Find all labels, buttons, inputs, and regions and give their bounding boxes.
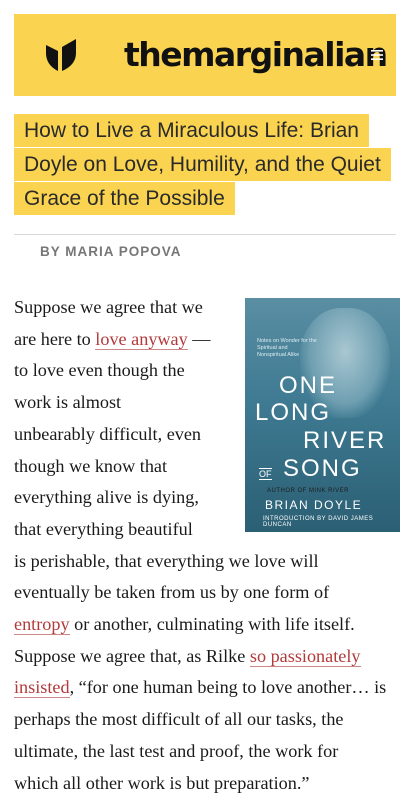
so-passionately-link[interactable]: so passionately <box>249 645 361 667</box>
body-line: is perishable, that everything we love w… <box>14 550 319 571</box>
body-line: insisted, “for one human being to love a… <box>14 672 398 704</box>
body-line: unbearably difficult, even <box>14 423 202 444</box>
entropy-link[interactable]: entropy <box>14 614 70 636</box>
article-title: How to Live a Miraculous Life: Brian Doy… <box>14 114 398 216</box>
body-line: that everything beautiful <box>14 518 193 539</box>
body-text: or another, culminating with life itself… <box>69 614 355 635</box>
title-line-1: How to Live a Miraculous Life: Brian <box>14 114 369 147</box>
wordmark-prefix: the <box>124 35 183 74</box>
article-body: Suppose we agree that we are here to lov… <box>14 292 398 799</box>
love-anyway-link[interactable]: love anyway <box>95 328 188 350</box>
body-text: , “for one human being to love another… … <box>69 677 387 698</box>
body-line: entropy or another, culminating with lif… <box>14 609 398 641</box>
body-line: Suppose we agree that, as Rilke so passi… <box>14 641 398 673</box>
site-header: themarginalian <box>14 14 396 96</box>
body-text: Suppose we agree that, as Rilke <box>14 645 250 666</box>
article-byline[interactable]: BY MARIA POPOVA <box>40 244 182 259</box>
title-divider <box>14 234 396 235</box>
menu-icon[interactable] <box>370 48 384 62</box>
body-line: eventually be taken from us by one form … <box>14 582 330 603</box>
insisted-link[interactable]: insisted <box>14 677 70 699</box>
body-line: are here to love anyway — <box>14 324 239 356</box>
title-line-3: Grace of the Possible <box>14 182 235 215</box>
body-line: though we know that <box>14 455 168 476</box>
title-line-2: Doyle on Love, Humility, and the Quiet <box>14 148 391 181</box>
body-text: are here to <box>14 328 96 349</box>
body-line: which all other work is but preparation.… <box>14 772 310 793</box>
body-line: everything alive is dying, <box>14 487 199 508</box>
body-line: to love even though the <box>14 360 185 381</box>
body-text: — <box>187 328 211 349</box>
site-wordmark[interactable]: themarginalian <box>124 24 388 86</box>
body-line: Suppose we agree that we <box>14 297 203 317</box>
marginalian-logo-icon[interactable] <box>46 39 76 71</box>
body-line: ultimate, the last test and proof, the w… <box>14 740 339 761</box>
wordmark-name: marginalian <box>181 35 388 74</box>
body-line: work is almost <box>14 392 122 413</box>
body-line: perhaps the most difficult of all our ta… <box>14 709 344 730</box>
